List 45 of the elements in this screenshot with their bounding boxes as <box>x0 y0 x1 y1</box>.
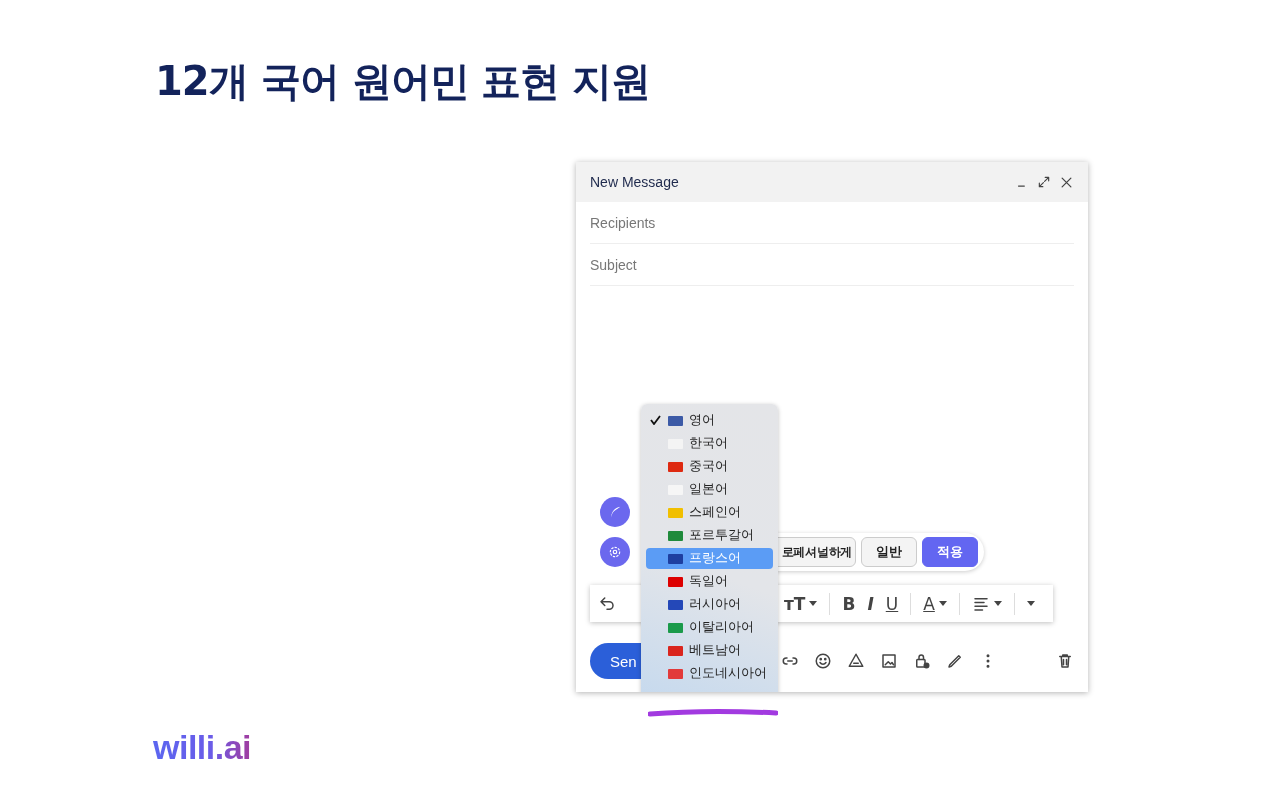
trash-icon[interactable] <box>1056 652 1074 670</box>
language-item[interactable]: 일본어 <box>646 479 773 500</box>
pen-icon[interactable] <box>946 652 964 670</box>
language-item[interactable]: 독일어 <box>646 571 773 592</box>
caret-icon[interactable] <box>938 601 947 606</box>
tone-button[interactable]: 일반 <box>861 537 917 567</box>
caret-icon[interactable] <box>1026 601 1035 606</box>
undo-icon[interactable] <box>598 594 616 613</box>
settings-icon <box>608 545 622 559</box>
headline: 12개 국어 원어민 표현 지원 <box>155 57 651 106</box>
ai-button[interactable] <box>600 497 630 527</box>
language-label: 러시아어 <box>689 596 741 613</box>
language-label: 베트남어 <box>689 642 741 659</box>
apply-button[interactable]: 적용 <box>922 537 978 567</box>
format-button[interactable]: U <box>885 593 899 614</box>
subject-field[interactable]: Subject <box>590 244 1074 286</box>
language-label: 한국어 <box>689 435 728 452</box>
window-title: New Message <box>590 174 680 190</box>
format-button[interactable]: тT <box>784 593 818 614</box>
format-button[interactable]: A <box>923 593 947 614</box>
feather-icon <box>608 505 622 519</box>
emoji-icon[interactable] <box>814 652 832 670</box>
format-button[interactable]: B <box>842 593 856 614</box>
language-label: 인도네시아어 <box>689 665 767 682</box>
language-label: 이탈리아어 <box>689 619 754 636</box>
recipients-field[interactable]: Recipients <box>590 202 1074 244</box>
language-item[interactable]: 영어 <box>646 410 773 431</box>
settings-button[interactable] <box>600 537 630 567</box>
expand-icon[interactable] <box>1037 175 1051 189</box>
language-item[interactable]: 러시아어 <box>646 594 773 615</box>
language-label: 스페인어 <box>689 504 741 521</box>
language-label: 독일어 <box>689 573 728 590</box>
image-icon[interactable] <box>880 652 898 670</box>
caret-icon[interactable] <box>993 601 1002 606</box>
triangle-icon[interactable] <box>847 652 865 670</box>
language-item[interactable]: 중국어 <box>646 456 773 477</box>
language-item[interactable]: 이탈리아어 <box>646 617 773 638</box>
language-label: 일본어 <box>689 481 728 498</box>
lock-clock-icon[interactable] <box>913 652 931 670</box>
caret-icon[interactable] <box>809 601 818 606</box>
language-item[interactable]: 스페인어 <box>646 502 773 523</box>
format-button[interactable]: I <box>867 593 874 614</box>
language-label: 영어 <box>689 412 715 429</box>
language-item[interactable]: 한국어 <box>646 433 773 454</box>
language-label: 중국어 <box>689 458 728 475</box>
